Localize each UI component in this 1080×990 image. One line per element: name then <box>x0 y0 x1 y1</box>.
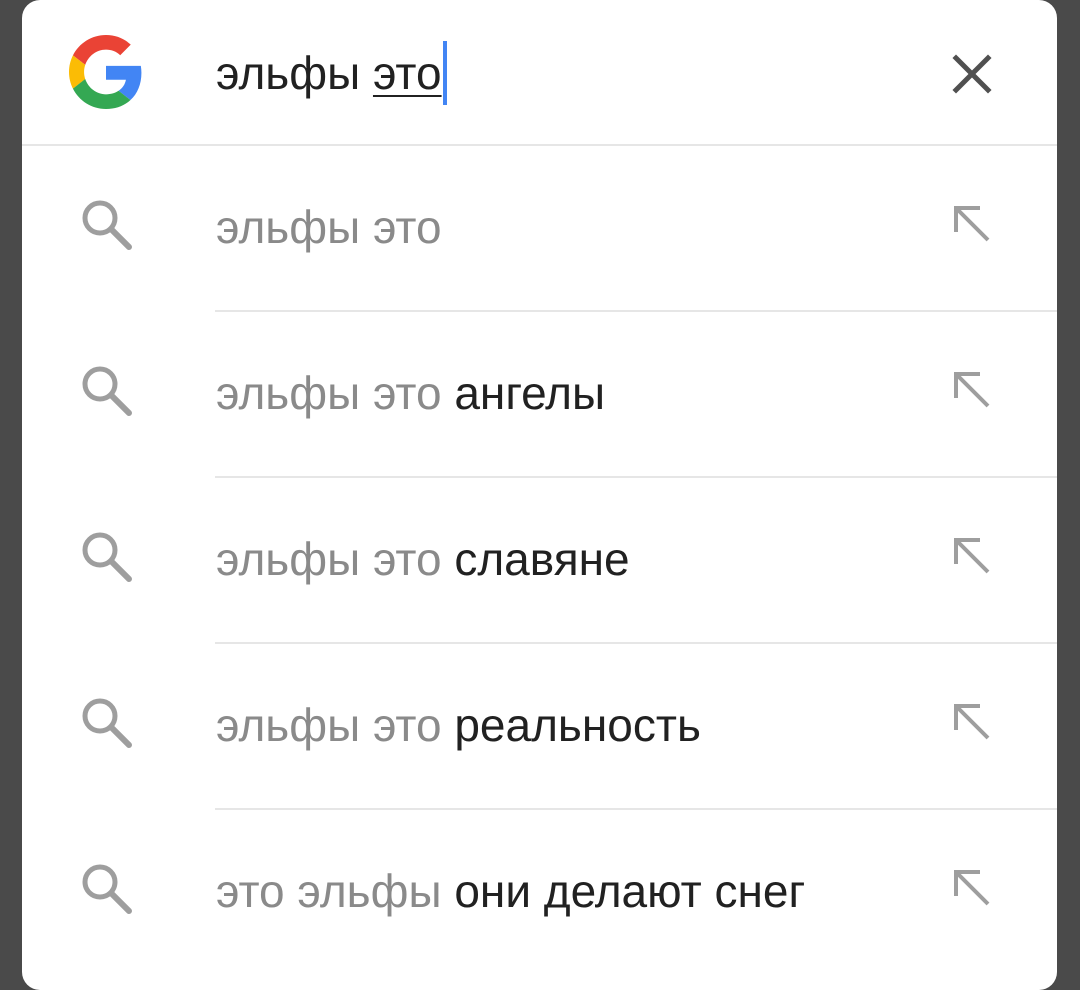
search-icon <box>82 698 132 748</box>
search-suggestions-card: эльфы это эльфы это эльфы это ангелы эль… <box>22 0 1057 990</box>
arrow-up-left-icon[interactable] <box>950 866 996 912</box>
arrow-up-left-icon[interactable] <box>950 202 996 248</box>
suggestion-base: эльфы это <box>216 533 455 585</box>
suggestion-text: эльфы это реальность <box>216 692 701 758</box>
close-icon[interactable] <box>942 44 1002 104</box>
search-bar: эльфы это <box>22 0 1057 146</box>
text-caret <box>442 41 447 105</box>
arrow-up-left-icon[interactable] <box>950 368 996 414</box>
search-icon <box>82 864 132 914</box>
suggestion-text: это эльфы они делают снег <box>216 858 805 924</box>
suggestion-base: эльфы это <box>216 201 442 253</box>
arrow-up-left-icon[interactable] <box>950 700 996 746</box>
suggestion-text: эльфы это ангелы <box>216 360 605 426</box>
google-g-icon[interactable] <box>69 35 143 109</box>
suggestion-list: эльфы это эльфы это ангелы эльфы это сла… <box>22 146 1057 976</box>
search-icon <box>82 366 132 416</box>
suggestion-item[interactable]: эльфы это <box>22 146 1057 312</box>
suggestion-item[interactable]: эльфы это ангелы <box>22 312 1057 478</box>
arrow-up-left-icon[interactable] <box>950 534 996 580</box>
suggestion-base: эльфы это <box>216 367 455 419</box>
suggestion-item[interactable]: эльфы это реальность <box>22 644 1057 810</box>
suggestion-text: эльфы это славяне <box>216 526 630 592</box>
suggestion-completion: они делают снег <box>454 865 806 917</box>
search-icon <box>82 532 132 582</box>
suggestion-completion: реальность <box>454 699 701 751</box>
search-icon <box>82 200 132 250</box>
search-input[interactable]: эльфы это <box>216 40 447 106</box>
query-composing-word: это <box>372 47 442 99</box>
suggestion-base: эльфы это <box>216 699 455 751</box>
suggestion-completion: славяне <box>454 533 630 585</box>
suggestion-item[interactable]: эльфы это славяне <box>22 478 1057 644</box>
suggestion-completion: ангелы <box>454 367 606 419</box>
suggestion-base: это эльфы <box>216 865 455 917</box>
suggestion-item[interactable]: это эльфы они делают снег <box>22 810 1057 976</box>
suggestion-text: эльфы это <box>216 194 442 260</box>
query-prefix: эльфы <box>216 47 373 99</box>
